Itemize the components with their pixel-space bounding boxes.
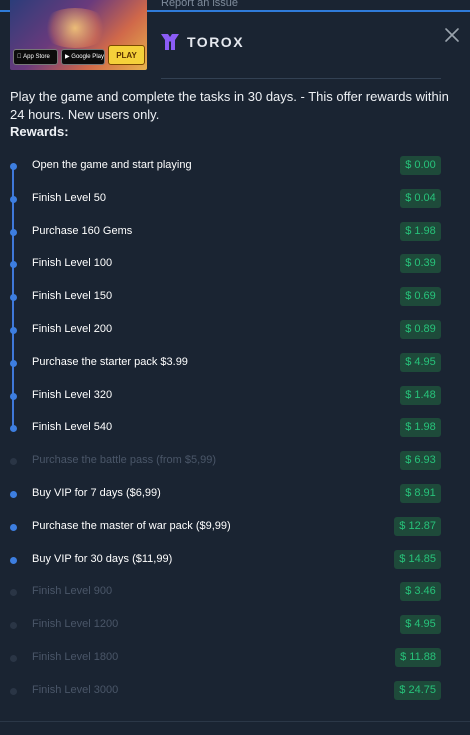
game-banner-image[interactable]:  App Store ▶ Google Play PLAY NOW <box>10 0 147 70</box>
reward-amount: $ 0.04 <box>400 188 441 208</box>
timeline-dot <box>10 163 17 170</box>
task-label: Finish Level 150 <box>32 290 113 303</box>
reward-amount: $ 12.87 <box>394 516 441 536</box>
task-row: Buy VIP for 7 days ($6,99) $ 8.91 <box>0 478 470 511</box>
timeline-dot <box>10 687 17 695</box>
apple-icon:  <box>17 54 22 60</box>
timeline-dot <box>10 589 17 597</box>
timeline-dot <box>10 294 17 302</box>
task-label: Finish Level 1800 <box>32 650 119 663</box>
task-label: Finish Level 3000 <box>32 683 119 696</box>
task-label: Finish Level 320 <box>32 388 113 401</box>
task-label: Finish Level 50 <box>32 191 106 204</box>
task-label: Finish Level 540 <box>32 421 113 434</box>
task-row: Finish Level 150 $ 0.69 <box>0 281 470 314</box>
reward-amount: $ 11.88 <box>395 647 441 667</box>
reward-amount: $ 0.69 <box>400 287 441 307</box>
task-row: Purchase 160 Gems $ 1.98 <box>0 216 470 249</box>
torox-logo-icon <box>161 34 179 50</box>
reward-task-list: Open the game and start playing $ 0.00 Fi… <box>0 150 470 708</box>
banner-artwork <box>40 8 110 48</box>
task-label: Finish Level 1200 <box>32 618 119 631</box>
reward-amount: $ 1.48 <box>400 385 441 405</box>
task-label: Open the game and start playing <box>32 159 192 171</box>
offer-description: Play the game and complete the tasks in … <box>10 89 449 122</box>
task-label: Finish Level 200 <box>32 322 113 335</box>
reward-amount: $ 0.39 <box>400 254 441 274</box>
timeline-dot <box>10 195 17 203</box>
reward-amount: $ 1.98 <box>400 418 441 438</box>
google-play-badge: ▶ Google Play <box>61 49 105 65</box>
task-row: Finish Level 50 $ 0.04 <box>0 183 470 216</box>
task-label: Finish Level 900 <box>32 585 113 598</box>
reward-amount: $ 14.85 <box>394 549 441 569</box>
task-row-locked: Purchase the battle pass (from $5,99) $ 6… <box>0 445 470 478</box>
task-row: Purchase the master of war pack ($9,99) $… <box>0 511 470 544</box>
app-store-badge:  App Store <box>13 49 58 65</box>
reward-amount: $ 0.89 <box>400 319 441 339</box>
task-label: Purchase the battle pass (from $5,99) <box>32 454 217 467</box>
task-row-locked: Finish Level 1800 $ 11.88 <box>0 642 470 675</box>
task-label: Buy VIP for 7 days ($6,99) <box>32 486 161 499</box>
task-row: Finish Level 200 $ 0.89 <box>0 314 470 347</box>
timeline-dot <box>10 228 17 236</box>
task-label: Finish Level 100 <box>32 257 113 270</box>
task-row: Buy VIP for 30 days ($11,99) $ 14.85 <box>0 544 470 577</box>
brand-name: TOROX <box>187 34 245 50</box>
timeline-dot <box>10 261 17 269</box>
task-row: Finish Level 540 $ 1.98 <box>0 412 470 445</box>
reward-amount: $ 3.46 <box>400 582 441 602</box>
close-icon[interactable] <box>443 26 461 44</box>
reward-amount: $ 0.00 <box>400 156 441 175</box>
report-issue-link[interactable]: Report an issue <box>161 0 238 9</box>
reward-amount: $ 4.95 <box>400 615 441 635</box>
reward-amount: $ 24.75 <box>394 680 441 700</box>
brand: TOROX <box>160 33 244 51</box>
task-label: Buy VIP for 30 days ($11,99) <box>32 552 173 565</box>
task-row: Open the game and start playing $ 0.00 <box>0 150 470 183</box>
timeline-dot <box>10 326 17 334</box>
task-row: Purchase the starter pack $3.99 $ 4.95 <box>0 347 470 380</box>
rewards-heading: Rewards: <box>10 124 69 139</box>
footer-divider <box>0 721 470 722</box>
header-divider <box>161 78 441 79</box>
reward-amount: $ 4.95 <box>400 352 441 372</box>
timeline-dot <box>10 392 17 400</box>
reward-amount: $ 8.91 <box>400 483 441 503</box>
task-row: Finish Level 320 $ 1.48 <box>0 380 470 413</box>
task-label: Purchase the master of war pack ($9,99) <box>32 519 231 532</box>
task-row: Finish Level 100 $ 0.39 <box>0 248 470 281</box>
timeline-dot <box>10 458 17 466</box>
task-row-locked: Finish Level 1200 $ 4.95 <box>0 609 470 642</box>
google-play-icon: ▶ <box>65 54 70 60</box>
task-label: Purchase 160 Gems <box>32 224 133 237</box>
task-row-locked: Finish Level 3000 $ 24.75 <box>0 675 470 708</box>
reward-amount: $ 6.93 <box>400 451 441 471</box>
timeline-dot <box>10 359 17 367</box>
task-label: Purchase the starter pack $3.99 <box>32 355 188 368</box>
timeline-dot <box>10 556 17 564</box>
timeline-dot <box>10 490 17 498</box>
task-row-locked: Finish Level 900 $ 3.46 <box>0 576 470 609</box>
timeline-dot <box>10 425 17 433</box>
banner-play-now-text: PLAY NOW <box>108 45 145 65</box>
reward-amount: $ 1.98 <box>400 221 441 241</box>
timeline-dot <box>10 622 17 630</box>
timeline-dot <box>10 654 17 662</box>
timeline-dot <box>10 523 17 531</box>
